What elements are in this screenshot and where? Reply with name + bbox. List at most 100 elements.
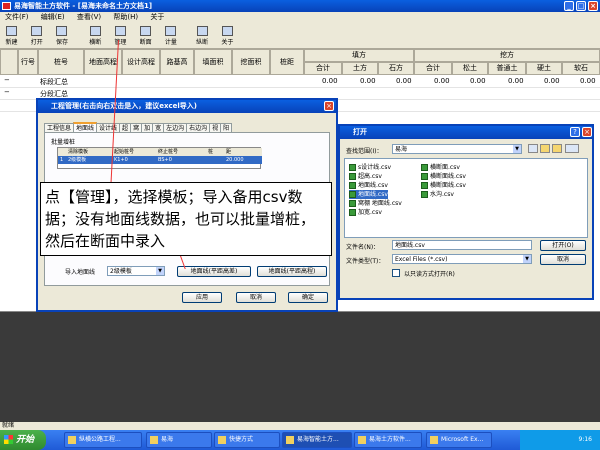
new-icon xyxy=(6,26,17,36)
cell-value: 0.00 xyxy=(322,77,338,85)
col-fill-total: 合计 xyxy=(304,62,342,75)
menu-help[interactable]: 帮助(H) xyxy=(108,12,143,23)
cell-value: 0.00 xyxy=(508,77,524,85)
readonly-checkbox[interactable] xyxy=(392,269,400,277)
list-item-selected[interactable]: 地面线.csv xyxy=(349,190,388,199)
graph-area xyxy=(0,312,600,422)
menu-view[interactable]: 查看(V) xyxy=(72,12,106,23)
table-row[interactable]: 标段汇总 xyxy=(40,77,68,87)
toolbar: 新建 打开 保存 横断 管理 断面 计量 纵断 关于 xyxy=(0,23,600,49)
list-item[interactable]: 地面线.csv xyxy=(349,181,388,190)
manage-icon xyxy=(114,26,126,36)
task-yihai-software[interactable]: 易海土方软件... xyxy=(354,432,422,448)
list-item[interactable]: s设计线.csv xyxy=(349,163,391,172)
file-list[interactable]: s设计线.csv 超高.csv 地面线.csv 地面线.csv 窝棚 地面线.c… xyxy=(344,158,588,238)
filename-input[interactable]: 地面线.csv xyxy=(392,240,532,250)
help-button[interactable]: ? xyxy=(570,127,580,137)
list-item[interactable]: 横断面线.csv xyxy=(421,172,466,181)
col-cut-hard: 硬土 xyxy=(526,62,562,75)
import-label: 导入地面线 xyxy=(65,269,96,276)
close-button[interactable]: × xyxy=(588,1,598,11)
save-button[interactable]: 保存 xyxy=(50,23,73,49)
new-folder-icon[interactable] xyxy=(552,144,563,153)
task-shortcut[interactable]: 快捷方式 xyxy=(214,432,280,448)
import-ground-distance-elev-button[interactable]: 地面线(平距高程) xyxy=(257,266,327,277)
maximize-button[interactable]: □ xyxy=(576,1,586,11)
minimize-button[interactable]: _ xyxy=(564,1,574,11)
manage-close-button[interactable]: × xyxy=(324,101,334,111)
open-icon xyxy=(31,26,43,36)
csv-file-icon xyxy=(421,164,428,171)
profile-button[interactable]: 纵断 xyxy=(191,23,214,49)
lookin-select[interactable]: 易海 ▼ xyxy=(392,144,522,154)
open-cancel-button[interactable]: 取消 xyxy=(540,254,586,265)
new-button[interactable]: 新建 xyxy=(0,23,23,49)
lookin-value: 易海 xyxy=(395,146,408,153)
main-titlebar: 易海智能土方软件 - [易海未命名土方文档1] _ □ × xyxy=(0,0,600,12)
open-dialog-title: 打开 xyxy=(340,126,592,139)
csv-file-icon xyxy=(349,209,356,216)
cell-value: 0.00 xyxy=(396,77,412,85)
system-tray: 9:16 xyxy=(520,430,600,450)
task-yihai-folder[interactable]: 易海 xyxy=(146,432,212,448)
open-button[interactable]: 打开 xyxy=(25,23,48,49)
cancel-button[interactable]: 取消 xyxy=(236,292,276,303)
batch-table[interactable]: 清除模板 起始桩号 终止桩号 桩 距 1 2级模板 K1+0 BS+0 20.0… xyxy=(57,147,262,169)
group-cut: 挖方 xyxy=(414,49,600,62)
row-collapse-icon[interactable]: − xyxy=(4,88,10,96)
readonly-label: 以只读方式打开(R) xyxy=(404,271,455,278)
task-road-engineering[interactable]: 纵横公路工程... xyxy=(64,432,142,448)
menu-about[interactable]: 关于 xyxy=(145,12,169,23)
list-item[interactable]: 加宽.csv xyxy=(349,208,382,217)
col-fill-area: 填面积 xyxy=(194,49,232,75)
confirm-button[interactable]: 确定 xyxy=(288,292,328,303)
csv-file-icon xyxy=(349,200,356,207)
list-item[interactable]: 超高.csv xyxy=(349,172,382,181)
apply-button[interactable]: 应用 xyxy=(182,292,222,303)
app-icon xyxy=(286,436,294,444)
manage-button[interactable]: 管理 xyxy=(109,23,132,49)
section-button[interactable]: 断面 xyxy=(134,23,157,49)
app-title: 易海智能土方软件 - [易海未命名土方文档1] xyxy=(14,2,153,10)
col-subgrade-height: 路基高 xyxy=(160,49,194,75)
col-cut-area: 挖面积 xyxy=(232,49,270,75)
list-item[interactable]: 横断面.csv xyxy=(421,163,460,172)
row-collapse-icon[interactable]: − xyxy=(4,76,10,84)
open-close-button[interactable]: × xyxy=(582,127,592,137)
back-icon[interactable] xyxy=(528,144,538,153)
csv-file-icon xyxy=(349,173,356,180)
filetype-value: Excel Files (*.csv) xyxy=(395,256,448,263)
col-design-elev: 设计高程 xyxy=(122,49,160,75)
menu-edit[interactable]: 编辑(E) xyxy=(36,12,70,23)
app-icon xyxy=(358,436,366,444)
col-station: 桩号 xyxy=(38,49,84,75)
list-item[interactable]: 窝棚 地面线.csv xyxy=(349,199,402,208)
file-name: s设计线.csv xyxy=(358,164,392,171)
filetype-select[interactable]: Excel Files (*.csv) ▼ xyxy=(392,254,532,264)
manage-dialog-title: 工程管理(右击向右双击是入，建议excel导入) xyxy=(38,100,336,113)
menu-file[interactable]: 文件(F) xyxy=(0,12,34,23)
task-yihai-earthwork[interactable]: 易海智能土方... xyxy=(282,432,352,448)
view-menu-icon[interactable] xyxy=(564,144,579,153)
open-file-button[interactable]: 打开(O) xyxy=(540,240,586,251)
table-row[interactable]: 1 2级模板 K1+0 BS+0 20.000 xyxy=(58,156,262,164)
app-window: 易海智能土方软件 - [易海未命名土方文档1] _ □ × 文件(F) 编辑(E… xyxy=(0,0,600,450)
up-folder-icon[interactable] xyxy=(540,144,551,153)
tab-ground-line[interactable]: 地面线 xyxy=(73,122,98,132)
measure-button[interactable]: 计量 xyxy=(159,23,182,49)
cell-end: BS+0 xyxy=(158,157,172,163)
list-item[interactable]: 横断面线.csv xyxy=(421,181,466,190)
lookin-label: 查找范围(I)： xyxy=(346,148,383,155)
import-ground-distance-diff-button[interactable]: 地面线(平距高差) xyxy=(177,266,251,277)
start-button[interactable]: 开始 xyxy=(0,430,46,450)
app-icon xyxy=(68,436,76,444)
task-label: Microsoft Ex... xyxy=(441,436,484,443)
group-fill: 填方 xyxy=(304,49,414,62)
cross-section-button[interactable]: 横断 xyxy=(84,23,107,49)
template-select[interactable]: 2级模板 ▼ xyxy=(107,266,165,276)
csv-file-icon xyxy=(349,164,356,171)
list-item[interactable]: 水沟.csv xyxy=(421,190,454,199)
file-name: 地面线.csv xyxy=(358,182,388,189)
about-button[interactable]: 关于 xyxy=(216,23,239,49)
task-excel[interactable]: Microsoft Ex... xyxy=(426,432,492,448)
